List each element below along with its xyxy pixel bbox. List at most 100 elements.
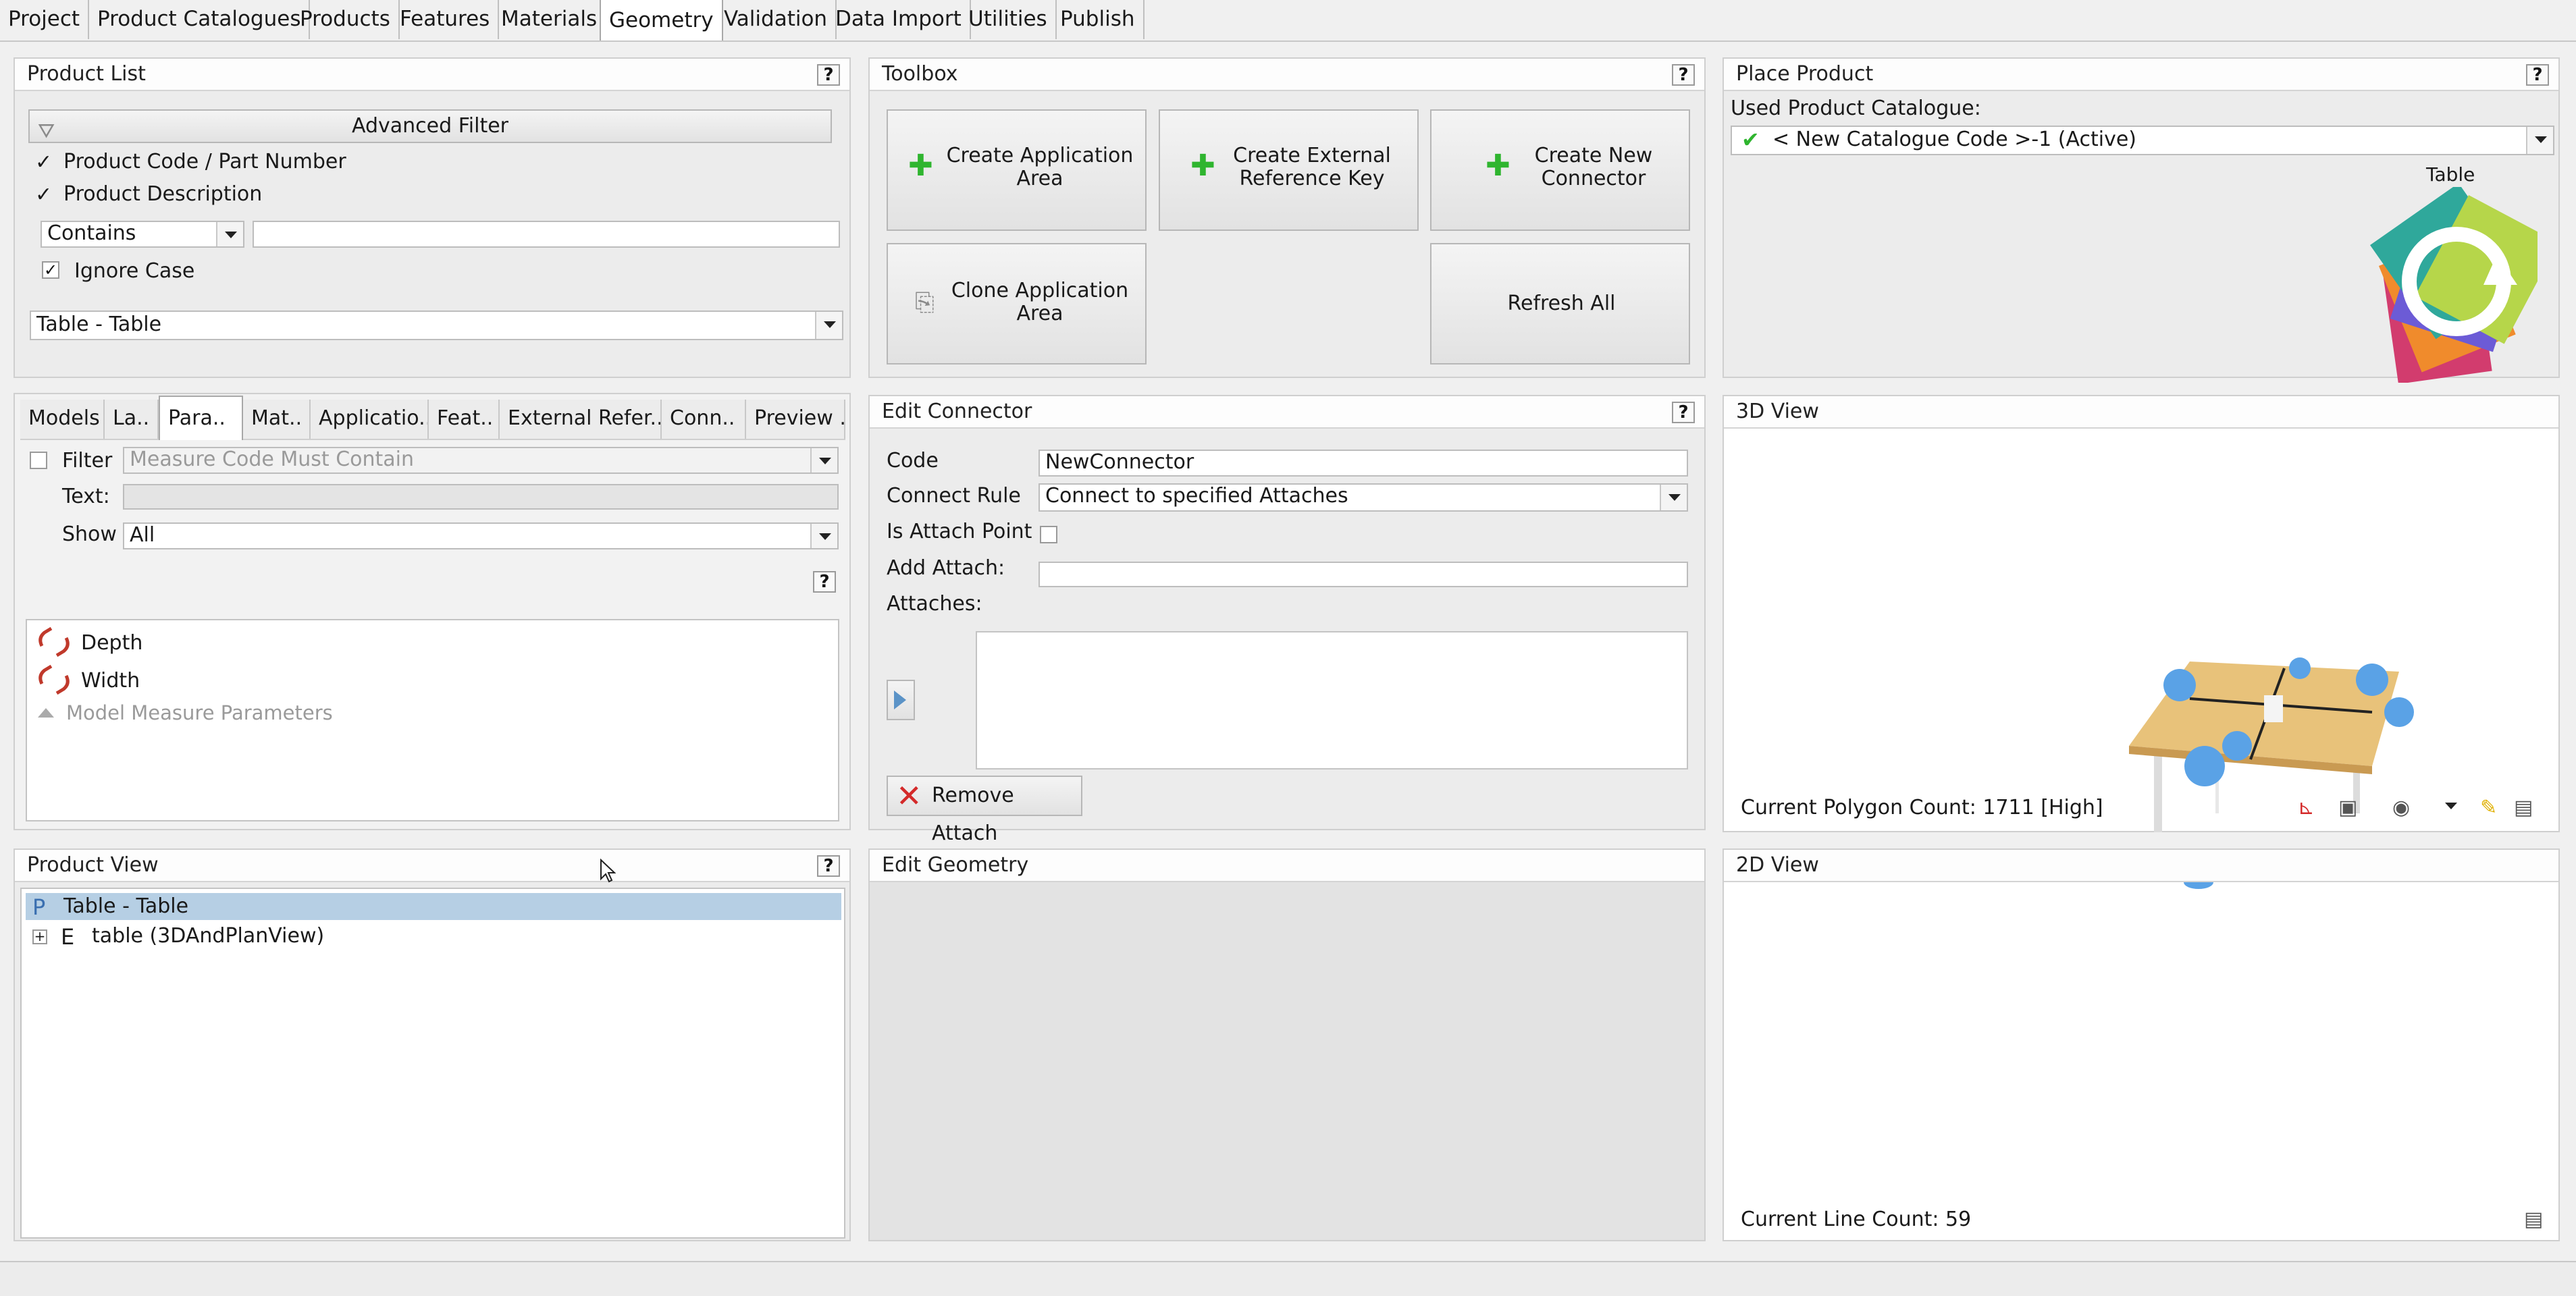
view-2d-canvas[interactable] bbox=[1724, 875, 2558, 1206]
place-product-help-button[interactable]: ? bbox=[2526, 64, 2549, 86]
tab-product-catalogues[interactable]: Product Catalogues bbox=[89, 0, 311, 39]
code-input[interactable]: NewConnector bbox=[1039, 450, 1688, 477]
group-header[interactable]: Model Measure Parameters bbox=[66, 701, 333, 724]
product-node-icon: P bbox=[32, 894, 46, 920]
product-thumbnail[interactable] bbox=[2362, 183, 2558, 384]
tab-products[interactable]: Products bbox=[292, 0, 400, 39]
view-2d-title: 2D View bbox=[1724, 850, 2558, 882]
tab-features[interactable]: Feat.. bbox=[429, 400, 500, 439]
filter-checkbox[interactable] bbox=[30, 452, 47, 469]
product-view-help-button[interactable]: ? bbox=[817, 855, 840, 877]
toolbox-title: Toolbox bbox=[870, 59, 1704, 91]
product-view-panel: Product View ? P Table - Table + E table… bbox=[14, 848, 851, 1241]
tab-models[interactable]: Models bbox=[20, 400, 105, 439]
collapse-triangle-icon[interactable] bbox=[38, 708, 54, 718]
tab-connectors[interactable]: Conn.. bbox=[662, 400, 746, 439]
is-attach-point-label: Is Attach Point bbox=[887, 520, 1032, 543]
check-icon: ✔ bbox=[1741, 127, 1760, 153]
play-arrow-icon bbox=[894, 691, 906, 709]
tab-external-references[interactable]: External Refer.. bbox=[500, 400, 662, 439]
chevron-down-icon bbox=[2526, 127, 2553, 154]
tab-project[interactable]: Project bbox=[0, 0, 90, 39]
product-list-help-button[interactable]: ? bbox=[817, 64, 840, 86]
visibility-icon[interactable]: ◉ bbox=[2392, 796, 2433, 823]
product-description-check-icon[interactable]: ✓ bbox=[35, 183, 52, 207]
tab-features[interactable]: Features bbox=[392, 0, 500, 39]
is-attach-point-checkbox[interactable] bbox=[1040, 526, 1057, 543]
show-value: All bbox=[130, 523, 155, 547]
tab-materials[interactable]: Mat.. bbox=[243, 400, 311, 439]
create-application-area-button[interactable]: ✚ Create Application Area bbox=[887, 109, 1147, 231]
clone-application-area-button[interactable]: ⎘ Clone Application Area bbox=[887, 243, 1147, 364]
attaches-label: Attaches: bbox=[887, 592, 982, 616]
tab-utilities[interactable]: Utilities bbox=[960, 0, 1057, 39]
view-3d-canvas[interactable] bbox=[1724, 429, 2558, 832]
link-icon bbox=[36, 664, 72, 696]
tab-materials[interactable]: Materials bbox=[493, 0, 607, 39]
status-bar bbox=[0, 1261, 2576, 1296]
measure-filter-select[interactable]: Measure Code Must Contain bbox=[123, 447, 839, 474]
remove-attach-button[interactable]: ✕ Remove Attach bbox=[887, 776, 1082, 845]
save-image-icon[interactable]: ▤ bbox=[2514, 796, 2541, 823]
chevron-down-icon bbox=[810, 448, 837, 473]
expand-icon[interactable]: + bbox=[32, 929, 47, 944]
polygon-count: Current Polygon Count: 1711 [High] bbox=[1741, 796, 2103, 819]
create-external-reference-key-button[interactable]: ✚ Create External Reference Key bbox=[1159, 109, 1419, 231]
advanced-filter-button[interactable]: ⛛ Advanced Filter bbox=[28, 109, 832, 143]
tree-row-selected[interactable]: P Table - Table bbox=[26, 893, 841, 920]
tab-publish[interactable]: Publish bbox=[1052, 0, 1145, 39]
product-select[interactable]: Table - Table bbox=[30, 310, 843, 340]
list-item[interactable]: Width bbox=[81, 669, 140, 693]
ignore-case-label: Ignore Case bbox=[74, 259, 195, 283]
tree-root-label: Table - Table bbox=[63, 894, 189, 918]
match-mode-select[interactable]: Contains bbox=[41, 221, 244, 248]
create-new-connector-label: Create New Connector bbox=[1534, 144, 1653, 190]
toolbox-help-button[interactable]: ? bbox=[1672, 64, 1695, 86]
filter-label: Filter bbox=[62, 449, 113, 473]
clone-icon: ⎘ bbox=[915, 289, 935, 317]
show-select[interactable]: All bbox=[123, 522, 839, 549]
refresh-all-button[interactable]: Refresh All bbox=[1430, 243, 1690, 364]
tab-layers[interactable]: La.. bbox=[105, 400, 159, 439]
product-code-check-icon[interactable]: ✓ bbox=[35, 151, 52, 174]
tab-preview[interactable]: Preview .. bbox=[746, 400, 845, 439]
catalogue-select[interactable]: ✔ < New Catalogue Code >-1 (Active) bbox=[1731, 126, 2554, 155]
used-catalogue-label: Used Product Catalogue: bbox=[1731, 97, 1981, 120]
tab-data-import[interactable]: Data Import bbox=[827, 0, 971, 39]
connect-rule-select[interactable]: Connect to specified Attaches bbox=[1039, 483, 1688, 512]
product-search-input[interactable] bbox=[253, 221, 840, 248]
connect-rule-value: Connect to specified Attaches bbox=[1045, 484, 1348, 508]
tab-application-areas[interactable]: Applicatio.. bbox=[311, 400, 429, 439]
advanced-filter-label: Advanced Filter bbox=[351, 114, 509, 138]
add-attach-label: Add Attach: bbox=[887, 556, 1005, 580]
edit-connector-help-button[interactable]: ? bbox=[1672, 402, 1695, 423]
tab-validation[interactable]: Validation bbox=[716, 0, 837, 39]
paint-brush-icon[interactable]: ✎ bbox=[2480, 796, 2507, 823]
create-new-connector-button[interactable]: ✚ Create New Connector bbox=[1430, 109, 1690, 231]
save-image-icon[interactable]: ▤ bbox=[2524, 1208, 2543, 1231]
tree-child-label: table (3DAndPlanView) bbox=[92, 924, 325, 948]
list-item[interactable]: Depth bbox=[81, 631, 142, 655]
tree-row[interactable]: + E table (3DAndPlanView) bbox=[26, 923, 841, 950]
ignore-case-checkbox[interactable]: ✓ bbox=[42, 261, 59, 279]
product-code-checkbox-label: Product Code / Part Number bbox=[63, 150, 346, 173]
attaches-list[interactable] bbox=[976, 631, 1688, 770]
text-filter-input[interactable] bbox=[123, 484, 839, 510]
product-list-panel: Product List ? ⛛ Advanced Filter ✓ Produ… bbox=[14, 57, 851, 378]
add-attach-input[interactable] bbox=[1039, 562, 1688, 587]
main-tab-bar: Project Product Catalogues Products Feat… bbox=[0, 0, 2576, 42]
camera-icon[interactable]: ▣ bbox=[2338, 796, 2379, 823]
close-icon: ✕ bbox=[896, 778, 922, 814]
place-product-panel: Place Product ? Used Product Catalogue: … bbox=[1723, 57, 2560, 384]
plus-icon: ✚ bbox=[1190, 148, 1215, 183]
axes-icon[interactable]: ⊾ bbox=[2298, 796, 2325, 823]
parameters-help-button[interactable]: ? bbox=[813, 571, 836, 593]
tab-geometry[interactable]: Geometry bbox=[600, 0, 723, 40]
match-mode-value: Contains bbox=[47, 221, 136, 245]
add-attach-arrow-button[interactable] bbox=[887, 680, 915, 720]
chevron-down-icon[interactable] bbox=[2445, 803, 2457, 809]
edit-geometry-title: Edit Geometry bbox=[870, 850, 1704, 882]
edit-connector-panel: Edit Connector ? Code NewConnector Conne… bbox=[868, 395, 1706, 845]
plus-icon: ✚ bbox=[908, 148, 933, 183]
tab-parameters[interactable]: Para.. bbox=[159, 396, 243, 440]
